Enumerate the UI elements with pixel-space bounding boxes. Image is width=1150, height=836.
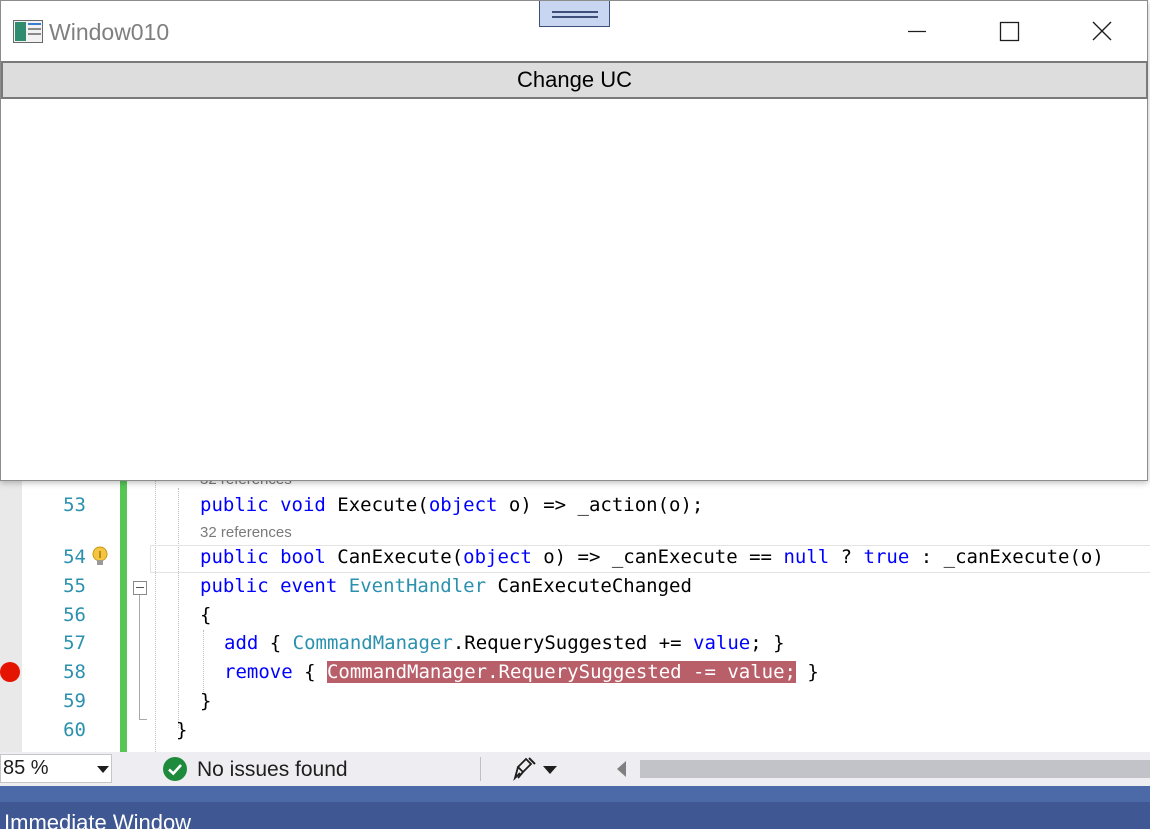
line-number: 54	[63, 546, 86, 568]
code-line-55: 55 public event EventHandler CanExecuteC…	[0, 572, 1150, 601]
collapse-icon[interactable]	[133, 581, 147, 595]
code-text[interactable]: add { CommandManager.RequerySuggested +=…	[224, 629, 785, 658]
code-text[interactable]: public event EventHandler CanExecuteChan…	[200, 572, 692, 601]
line-number: 58	[63, 661, 86, 683]
debug-toolbar-grip[interactable]	[539, 1, 610, 27]
chevron-down-icon[interactable]	[543, 766, 557, 774]
app-icon	[13, 20, 43, 43]
app-window: Window010 Change UC	[0, 0, 1148, 481]
minimize-button[interactable]	[894, 1, 940, 61]
code-text[interactable]: }	[176, 716, 187, 745]
code-text[interactable]: {	[200, 601, 211, 630]
divider	[480, 757, 481, 781]
code-text[interactable]: remove { CommandManager.RequerySuggested…	[224, 658, 819, 687]
change-uc-button[interactable]: Change UC	[1, 61, 1148, 99]
line-number: 57	[63, 632, 86, 654]
line-number: 60	[63, 719, 86, 741]
code-line-57: 57 add { CommandManager.RequerySuggested…	[0, 629, 1150, 658]
code-line-54: 54 public bool CanExecute(object o) => _…	[0, 543, 1150, 572]
line-number: 56	[63, 604, 86, 626]
code-line-60: 60 }	[0, 716, 1150, 745]
lightbulb-icon[interactable]	[90, 545, 110, 569]
line-number: 55	[63, 575, 86, 597]
chevron-down-icon[interactable]	[97, 766, 109, 773]
close-button[interactable]	[1079, 1, 1125, 61]
panel-header-strip	[0, 786, 1150, 802]
code-line-59: 59 }	[0, 687, 1150, 716]
code-line-58: 58 remove { CommandManager.RequerySugges…	[0, 658, 1150, 687]
maximize-icon	[999, 21, 1020, 42]
code-lens-references[interactable]: 32 references	[200, 524, 292, 542]
code-text[interactable]: public void Execute(object o) => _action…	[200, 491, 703, 520]
maximize-button[interactable]	[986, 1, 1032, 61]
code-text[interactable]: }	[200, 687, 211, 716]
check-circle-icon[interactable]	[163, 757, 187, 781]
horizontal-scrollbar-thumb[interactable]	[640, 760, 1150, 778]
code-cleanup-icon[interactable]	[512, 756, 538, 782]
line-number: 53	[63, 494, 86, 516]
scroll-left-arrow-icon[interactable]	[617, 761, 626, 777]
code-text[interactable]: public bool CanExecute(object o) => _can…	[200, 543, 1104, 572]
code-line-53: 53 public void Execute(object o) => _act…	[0, 491, 1150, 520]
window-title: Window010	[49, 19, 170, 45]
panel-title[interactable]: Immediate Window	[4, 810, 191, 836]
close-icon	[1092, 21, 1112, 41]
immediate-window-panel: Immediate Window	[0, 786, 1150, 835]
issues-status[interactable]: No issues found	[197, 756, 348, 784]
user-control-host	[1, 99, 1147, 480]
minimize-icon	[908, 30, 926, 33]
line-number: 59	[63, 690, 86, 712]
zoom-dropdown[interactable]: 85 %	[0, 754, 112, 783]
code-line-56: 56 {	[0, 601, 1150, 630]
